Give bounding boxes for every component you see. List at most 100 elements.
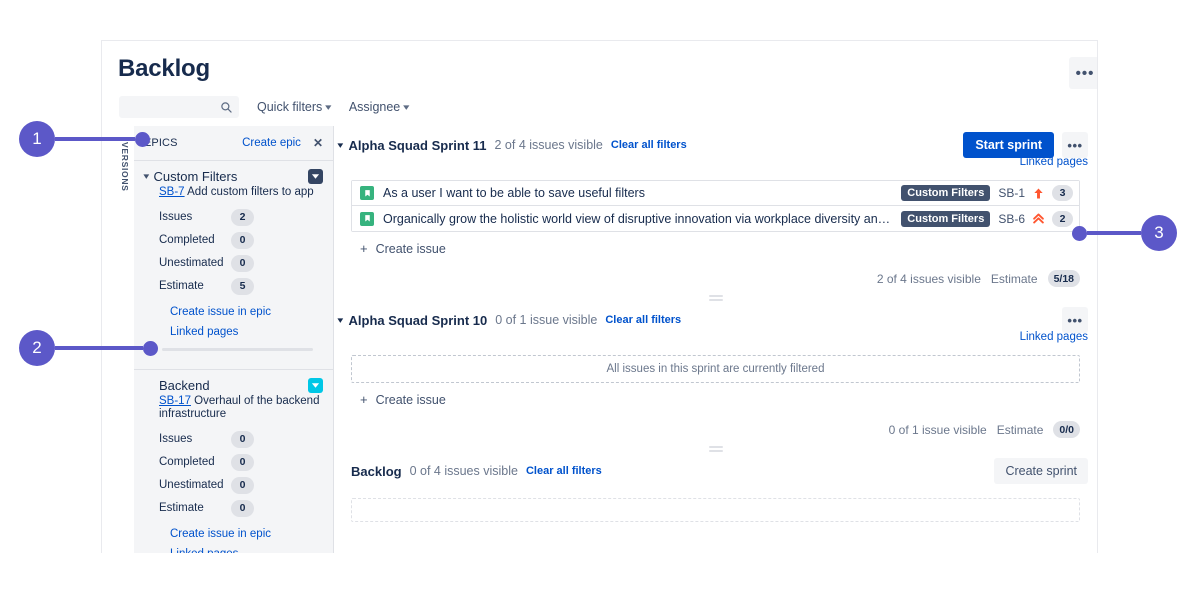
create-issue-in-epic-link[interactable]: Create issue in epic: [144, 528, 323, 540]
stat-label: Unestimated: [159, 479, 231, 491]
callout-leader-line: [55, 137, 135, 141]
stat-label: Completed: [159, 456, 231, 468]
sprint-more-menu-button[interactable]: •••: [1062, 307, 1088, 333]
priority-highest-icon: [1033, 212, 1044, 225]
epic-stat-issues: Issues 0: [144, 428, 323, 451]
start-sprint-button[interactable]: Start sprint: [963, 132, 1054, 158]
epic-title-row[interactable]: ▾ Custom Filters: [144, 163, 323, 186]
sprint-footer-count: 2 of 4 issues visible: [877, 272, 981, 286]
epic-summary-text: Add custom filters to app: [187, 186, 314, 198]
chevron-down-icon[interactable]: ▾: [143, 171, 149, 182]
create-issue-button[interactable]: + Create issue: [334, 232, 1097, 256]
quick-filters-label: Quick filters: [257, 100, 322, 114]
epics-panel-header: EPICS Create epic ✕: [134, 126, 333, 160]
clear-all-filters-link[interactable]: Clear all filters: [526, 465, 602, 477]
epic-color-swatch[interactable]: [308, 169, 323, 184]
backlog-drop-zone: [351, 498, 1080, 522]
estimate-label: Estimate: [997, 423, 1044, 437]
epic-stat-unestimated: Unestimated 0: [144, 252, 323, 275]
epic-tag[interactable]: Custom Filters: [901, 211, 990, 227]
issue-key[interactable]: SB-6: [998, 212, 1025, 226]
create-epic-button[interactable]: Create epic: [242, 137, 301, 149]
backlog-app-window: Backlog ••• Quick filters ▾ Assignee ▾ V: [101, 40, 1098, 553]
issue-key[interactable]: SB-1: [998, 186, 1025, 200]
toolbar: Quick filters ▾ Assignee ▾: [119, 96, 409, 118]
issue-meta: Custom Filters SB-6 2: [901, 211, 1073, 227]
epic-card[interactable]: ▾ Custom Filters SB-7 Add custom filters…: [134, 160, 333, 359]
backlog-title: Backlog: [351, 464, 402, 479]
chevron-down-icon[interactable]: ▾: [337, 140, 343, 151]
stat-value: 0: [231, 255, 254, 272]
linked-pages-link[interactable]: Linked pages: [1020, 331, 1088, 343]
create-issue-button[interactable]: + Create issue: [334, 383, 1097, 407]
epic-color-swatch[interactable]: [308, 378, 323, 393]
stat-label: Estimate: [159, 280, 231, 292]
stat-label: Unestimated: [159, 257, 231, 269]
chevron-down-icon: ▾: [403, 103, 409, 112]
backlog-header: Backlog 0 of 4 issues visible Clear all …: [334, 452, 1097, 484]
sprint-actions: •••: [1062, 307, 1097, 333]
issue-list: As a user I want to be able to save usef…: [351, 180, 1080, 232]
quick-filters-dropdown[interactable]: Quick filters ▾: [257, 100, 331, 114]
epic-issue-key[interactable]: SB-17: [159, 395, 191, 407]
epic-linked-pages-link[interactable]: Linked pages: [144, 548, 323, 553]
sprint-actions: Start sprint •••: [963, 132, 1097, 158]
create-issue-in-epic-link[interactable]: Create issue in epic: [144, 306, 323, 318]
story-icon: [360, 186, 374, 200]
issue-meta: Custom Filters SB-1 3: [901, 185, 1073, 201]
clear-all-filters-link[interactable]: Clear all filters: [611, 139, 687, 151]
board-more-menu-button[interactable]: •••: [1069, 57, 1098, 89]
sprint-footer-count: 0 of 1 issue visible: [889, 423, 987, 437]
linked-pages-link[interactable]: Linked pages: [1020, 156, 1088, 168]
create-sprint-button[interactable]: Create sprint: [994, 458, 1088, 484]
callout-2: 2: [19, 330, 158, 366]
epic-summary: SB-17 Overhaul of the backend infrastruc…: [144, 395, 323, 422]
issue-summary: As a user I want to be able to save usef…: [383, 186, 893, 200]
backlog-section: Backlog 0 of 4 issues visible Clear all …: [334, 452, 1097, 522]
epic-stat-issues: Issues 2: [144, 206, 323, 229]
story-points: 2: [1052, 211, 1073, 227]
estimate-label: Estimate: [991, 272, 1038, 286]
sprint-name: Alpha Squad Sprint 11: [349, 138, 487, 153]
epic-title-row[interactable]: Backend: [144, 372, 323, 395]
stat-value: 0: [231, 232, 254, 249]
sprint-header: ▾ Alpha Squad Sprint 10 0 of 1 issue vis…: [334, 301, 1097, 327]
issue-row[interactable]: Organically grow the holistic world view…: [352, 206, 1079, 231]
stat-value: 0: [231, 454, 254, 471]
assignee-label: Assignee: [349, 100, 400, 114]
issue-row[interactable]: As a user I want to be able to save usef…: [352, 181, 1079, 206]
clear-all-filters-link[interactable]: Clear all filters: [605, 314, 681, 326]
callout-leader-line: [1087, 231, 1141, 235]
empty-message-text: All issues in this sprint are currently …: [607, 363, 825, 375]
plus-icon: +: [360, 392, 368, 407]
epic-progress-bar: [162, 348, 313, 351]
search-input[interactable]: [120, 97, 216, 117]
stat-value: 0: [231, 431, 254, 448]
sprint-section: ▾ Alpha Squad Sprint 10 0 of 1 issue vis…: [334, 301, 1097, 452]
estimate-value: 0/0: [1053, 421, 1080, 438]
search-icon: [220, 101, 233, 114]
epic-issue-key[interactable]: SB-7: [159, 186, 185, 198]
callout-anchor-dot: [1072, 226, 1087, 241]
assignee-dropdown[interactable]: Assignee ▾: [349, 100, 409, 114]
bookmark-glyph: [363, 214, 372, 223]
epic-stat-estimate: Estimate 0: [144, 497, 323, 520]
create-issue-label: Create issue: [376, 242, 446, 256]
callout-3: 3: [1072, 215, 1177, 251]
stat-value: 0: [231, 477, 254, 494]
epic-tag[interactable]: Custom Filters: [901, 185, 990, 201]
epic-card[interactable]: Backend SB-17 Overhaul of the backend in…: [134, 369, 333, 553]
epic-linked-pages-link[interactable]: Linked pages: [144, 326, 323, 338]
sprint-more-menu-button[interactable]: •••: [1062, 132, 1088, 158]
stat-label: Issues: [159, 433, 231, 445]
close-icon[interactable]: ✕: [313, 136, 323, 150]
sprint-header: ▾ Alpha Squad Sprint 11 2 of 4 issues vi…: [334, 126, 1097, 152]
sprint-empty-message: All issues in this sprint are currently …: [351, 355, 1080, 383]
epic-stat-unestimated: Unestimated 0: [144, 474, 323, 497]
sprint-section: ▾ Alpha Squad Sprint 11 2 of 4 issues vi…: [334, 126, 1097, 301]
search-box[interactable]: [119, 96, 239, 118]
chevron-down-icon[interactable]: ▾: [337, 315, 343, 326]
sprint-visible-count: 2 of 4 issues visible: [495, 138, 603, 152]
epic-name: Backend: [159, 378, 210, 393]
story-icon: [360, 212, 374, 226]
